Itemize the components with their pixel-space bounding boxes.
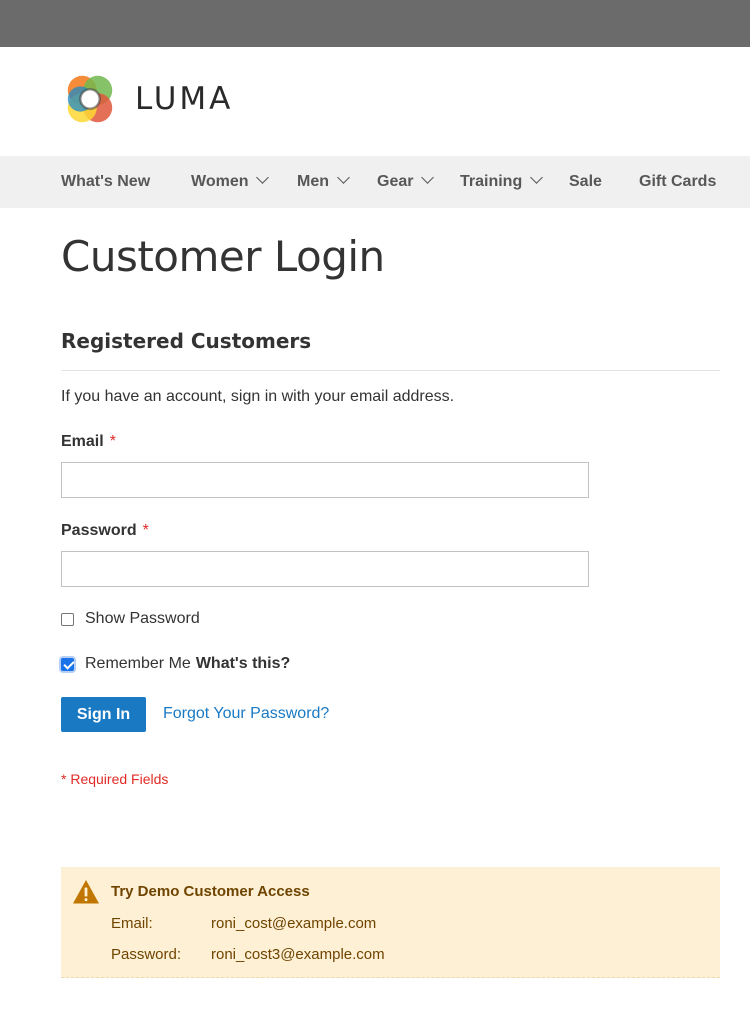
nav-item-whats-new[interactable]: What's New [61,156,150,208]
forgot-password-link[interactable]: Forgot Your Password? [163,705,329,723]
show-password-checkbox[interactable] [61,612,74,626]
nav-item-label: Training [460,173,523,190]
chevron-down-icon [337,171,350,184]
nav-item-label: Gear [377,173,414,190]
show-password-row: Show Password [61,610,200,628]
required-fields-note: * Required Fields [61,771,169,787]
browser-top-bar [0,0,750,47]
nav-item-women[interactable]: Women [191,156,270,208]
password-label-text: Password [61,522,137,539]
login-intro-text: If you have an account, sign in with you… [61,388,455,405]
required-marker: * [142,522,149,539]
demo-email-value: roni_cost@example.com [211,915,377,932]
chevron-down-icon [530,171,544,184]
demo-title: Try Demo Customer Access [111,883,310,900]
remember-me-label[interactable]: Remember Me [85,655,191,673]
password-label: Password * [61,522,149,540]
password-field[interactable] [61,551,589,587]
nav-item-training[interactable]: Training [460,156,544,208]
nav-item-label: Women [191,173,249,190]
show-password-label[interactable]: Show Password [85,610,200,628]
nav-item-label: Men [297,173,329,190]
nav-item-gift-cards[interactable]: Gift Cards [639,156,716,208]
remember-me-row: Remember Me What's this? [61,655,290,673]
luma-logo-icon [67,75,113,123]
nav-item-label: Gift Cards [639,173,717,190]
warning-icon [73,880,99,904]
demo-password-value: roni_cost3@example.com [211,946,385,963]
demo-password-key: Password: [111,946,182,963]
email-label-text: Email [61,433,104,450]
nav-item-label: What's New [61,173,151,190]
brand-name: LUMA [135,81,234,117]
whats-this-link[interactable]: What's this? [196,655,290,673]
luma-logo[interactable]: LUMA [61,70,233,128]
demo-access-notice: Try Demo Customer Access Email: roni_cos… [61,867,720,978]
section-title: Registered Customers [61,329,312,353]
sign-in-button[interactable]: Sign In [61,697,146,732]
nav-item-men[interactable]: Men [297,156,350,208]
nav-item-gear[interactable]: Gear [377,156,435,208]
nav-item-sale[interactable]: Sale [569,156,602,208]
chevron-down-icon [421,171,435,184]
email-field[interactable] [61,462,589,498]
main-navigation: What's New Women Men Gear Training Sale … [0,156,750,208]
page-title: Customer Login [61,232,385,281]
section-divider [61,370,720,371]
demo-email-key: Email: [111,915,153,932]
required-marker: * [109,433,116,450]
chevron-down-icon [256,171,270,184]
remember-me-checkbox[interactable] [61,657,74,671]
email-label: Email * [61,433,116,451]
nav-item-label: Sale [569,173,602,190]
